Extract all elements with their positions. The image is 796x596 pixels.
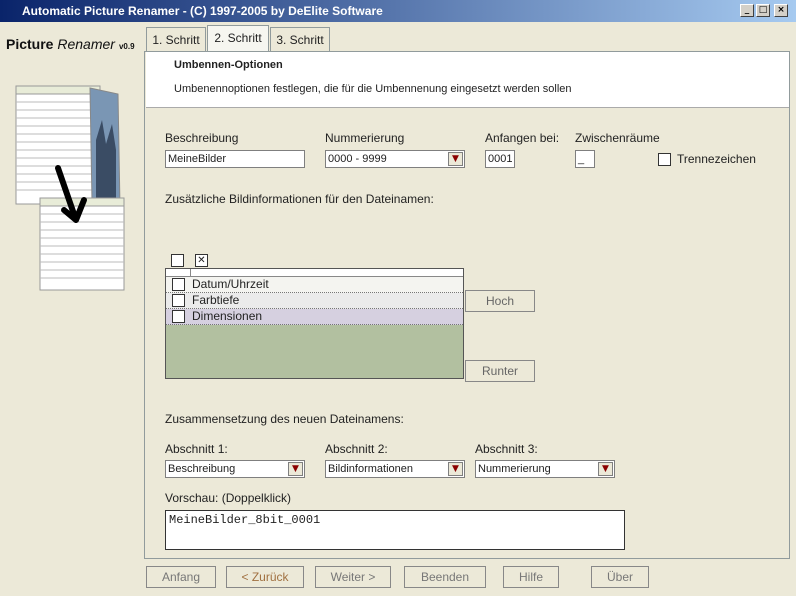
anfang-button[interactable]: Anfang: [146, 566, 216, 588]
ueber-button[interactable]: Über: [591, 566, 649, 588]
abschnitt3-value: Nummerierung: [478, 463, 551, 475]
abschnitt3-select[interactable]: Nummerierung ▼: [475, 460, 615, 478]
abschnitt2-label: Abschnitt 2:: [325, 442, 388, 456]
anfangen-label: Anfangen bei:: [485, 131, 560, 145]
zwischenraeume-label: Zwischenräume: [575, 131, 660, 145]
nummerierung-label: Nummerierung: [325, 131, 405, 145]
weiter-button[interactable]: Weiter >: [315, 566, 391, 588]
select-all-checkbox[interactable]: ✕: [195, 254, 208, 267]
hilfe-button[interactable]: Hilfe: [503, 566, 559, 588]
close-button[interactable]: ×: [774, 4, 788, 17]
anfangen-input[interactable]: 0001: [485, 150, 515, 168]
farbtiefe-checkbox[interactable]: [172, 294, 185, 307]
step-title: Umbennen-Optionen: [174, 59, 283, 71]
composition-heading: Zusammensetzung des neuen Dateinamens:: [165, 412, 404, 426]
tab-schritt-2[interactable]: 2. Schritt: [207, 25, 269, 51]
datum-label: Datum/Uhrzeit: [192, 277, 269, 291]
dimensionen-checkbox[interactable]: [172, 310, 185, 323]
beschreibung-label: Beschreibung: [165, 131, 239, 145]
trennezeichen-label: Trennezeichen: [677, 152, 756, 166]
app-logo: Picture Renamer v0.9: [6, 36, 135, 52]
farbtiefe-label: Farbtiefe: [192, 293, 240, 307]
illustration-list-sheet: [15, 85, 101, 205]
window-title: Automatic Picture Renamer - (C) 1997-200…: [22, 4, 383, 18]
zwischenraeume-input[interactable]: _: [575, 150, 595, 168]
list-item-dimensionen[interactable]: Dimensionen: [166, 309, 463, 325]
step-subtitle: Umbenennoptionen festlegen, die für die …: [174, 83, 572, 95]
nummerierung-select[interactable]: 0000 - 9999 ▼: [325, 150, 465, 168]
abschnitt2-value: Bildinformationen: [328, 463, 413, 475]
preview-field[interactable]: MeineBilder_8bit_0001: [165, 510, 625, 550]
chevron-down-icon[interactable]: ▼: [288, 462, 303, 476]
minimize-button[interactable]: _: [740, 4, 754, 17]
select-none-checkbox[interactable]: [171, 254, 184, 267]
hoch-button[interactable]: Hoch: [465, 290, 535, 312]
illustration-sheet-header: [15, 85, 101, 95]
renamer-illustration: [15, 85, 125, 291]
maximize-button[interactable]: □: [756, 4, 770, 17]
title-bar[interactable]: Automatic Picture Renamer - (C) 1997-200…: [0, 0, 796, 22]
bildinfo-heading: Zusätzliche Bildinformationen für den Da…: [165, 192, 434, 206]
list-item-datum[interactable]: Datum/Uhrzeit: [166, 277, 463, 293]
chevron-down-icon[interactable]: ▼: [448, 462, 463, 476]
abschnitt2-select[interactable]: Bildinformationen ▼: [325, 460, 465, 478]
list-header-separator: [190, 269, 191, 276]
logo-word-renamer: Renamer: [57, 36, 115, 52]
abschnitt1-select[interactable]: Beschreibung ▼: [165, 460, 305, 478]
bildinfo-list[interactable]: Datum/Uhrzeit Farbtiefe Dimensionen: [165, 268, 464, 379]
tab-schritt-3[interactable]: 3. Schritt: [270, 27, 330, 51]
list-item-farbtiefe[interactable]: Farbtiefe: [166, 293, 463, 309]
datum-checkbox[interactable]: [172, 278, 185, 291]
logo-word-picture: Picture: [6, 36, 54, 52]
chevron-down-icon[interactable]: ▼: [598, 462, 613, 476]
logo-version: v0.9: [118, 42, 135, 51]
beenden-button[interactable]: Beenden: [404, 566, 486, 588]
dimensionen-label: Dimensionen: [192, 309, 263, 323]
nummerierung-value: 0000 - 9999: [328, 153, 387, 165]
preview-label: Vorschau: (Doppelklick): [165, 491, 292, 505]
trennezeichen-checkbox[interactable]: [658, 153, 671, 166]
tab-schritt-1[interactable]: 1. Schritt: [146, 27, 206, 51]
abschnitt1-label: Abschnitt 1:: [165, 442, 228, 456]
step-header: Umbennen-Optionen Umbenennoptionen festl…: [146, 52, 789, 108]
beschreibung-input[interactable]: MeineBilder: [165, 150, 305, 168]
chevron-down-icon[interactable]: ▼: [448, 152, 463, 166]
abschnitt1-value: Beschreibung: [168, 463, 236, 475]
zurueck-button[interactable]: < Zurück: [226, 566, 304, 588]
list-header: [166, 269, 463, 277]
abschnitt3-label: Abschnitt 3:: [475, 442, 538, 456]
runter-button[interactable]: Runter: [465, 360, 535, 382]
